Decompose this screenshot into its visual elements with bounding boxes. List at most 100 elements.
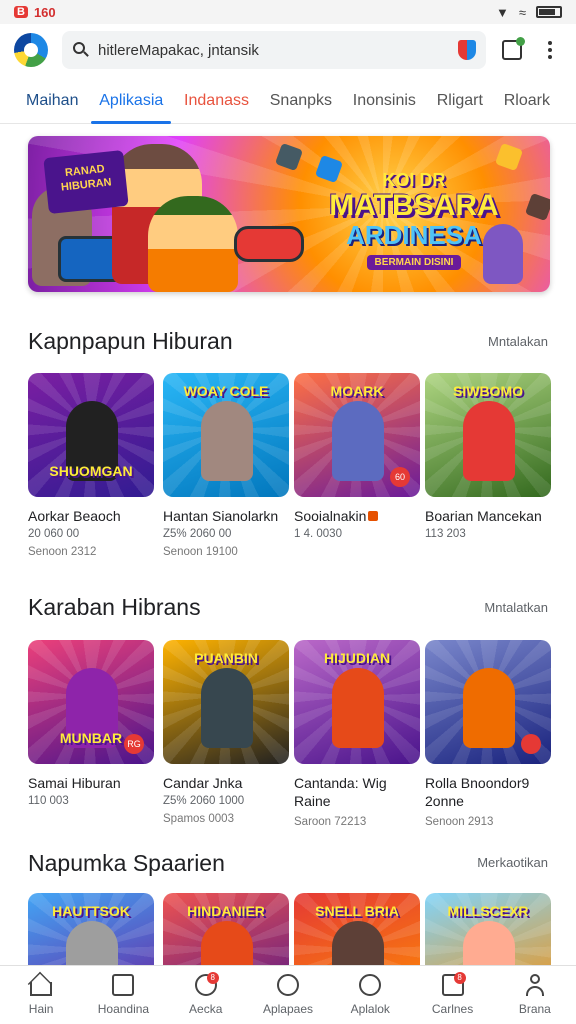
thumb-word: WOAY COLE — [183, 383, 269, 399]
section-title: Kapnpapun Hiburan — [28, 328, 233, 354]
more-vert-icon — [548, 41, 552, 59]
thumb-word: HAUTTSOK — [52, 903, 130, 919]
nav-item-cards[interactable]: 8 Carlnes — [417, 972, 489, 1016]
category-tabs: Maihan Aplikasia Indanass Snanpks Inonsi… — [0, 76, 576, 124]
nav-label: Carlnes — [431, 1002, 474, 1016]
nav-label: Aplalok — [350, 1002, 390, 1016]
app-meta: Senoon 2312 — [28, 546, 97, 558]
section-title: Karaban Hibrans — [28, 594, 201, 620]
search-bar[interactable] — [62, 31, 486, 69]
app-thumbnail: SHUOMGAN — [28, 373, 154, 497]
app-card[interactable]: MOARK 60 Sooialnakin 1 4. 0030 — [294, 373, 420, 540]
thumb-word: PUANBIN — [194, 650, 258, 666]
app-card[interactable]: PUANBIN Candar Jnka Z5% 2060 1000 Spamos… — [163, 640, 289, 825]
thumb-badge: RG — [124, 734, 144, 754]
thumb-word: HINDANIER — [187, 903, 265, 919]
app-card[interactable]: Rolla Bnoondor9 2onne Senoon 2913 — [425, 640, 551, 828]
tab-maihan[interactable]: Maihan — [26, 76, 78, 124]
tab-aplikasia[interactable]: Aplikasia — [91, 76, 172, 124]
person-icon — [524, 974, 546, 996]
tab-rligart[interactable]: Rligart — [437, 76, 483, 124]
app-card[interactable]: SHUOMGAN Aorkar Beaoch 20 060 00 Senoon … — [28, 373, 154, 558]
tab-indanass[interactable]: Indanass — [184, 76, 249, 124]
nav-item-calendar[interactable]: Hoandina — [87, 974, 159, 1016]
section-more-link[interactable]: Mntalatkan — [484, 600, 548, 615]
nav-label: Hain — [28, 1002, 54, 1016]
section-more-link[interactable]: Merkaotikan — [477, 855, 548, 870]
status-time: 160 — [33, 4, 56, 20]
app-thumbnail — [425, 640, 551, 764]
banner-controller-art — [234, 226, 304, 262]
app-title: Rolla Bnoondor9 2onne — [425, 775, 530, 809]
signal-icon: ▼ — [495, 4, 509, 20]
status-left: B 160 — [14, 5, 56, 20]
compass-icon — [276, 974, 299, 996]
app-card[interactable]: SIWBOMO Boarian Mancekan 113 203 — [425, 373, 551, 540]
section-more-link[interactable]: Mntalakan — [488, 334, 548, 349]
app-meta: Senoon 19100 — [163, 546, 238, 558]
app-thumbnail: WOAY COLE — [163, 373, 289, 497]
featured-banner[interactable]: RANAD HIBURAN KOI DR MATBSARA ARDINESA B… — [28, 136, 550, 292]
app-meta: 20 060 00 — [28, 528, 80, 540]
nav-badge: 8 — [206, 972, 219, 984]
section-title: Napumka Spaarien — [28, 850, 225, 876]
search-icon — [72, 41, 90, 59]
thumb-word: MILLSCEXR — [447, 903, 529, 919]
bottom-navigation: Hain Hoandina 8 Aecka Aplapaes Aplalok 8… — [0, 965, 576, 1024]
app-thumbnail: PUANBIN — [163, 640, 289, 764]
nav-item-home[interactable]: Hain — [5, 974, 77, 1016]
notification-badge: B — [14, 6, 28, 18]
thumb-word: HIJUDIAN — [323, 650, 391, 666]
calendar-icon — [502, 37, 525, 60]
nav-item-profile[interactable]: Brana — [499, 974, 571, 1016]
wifi-icon: ≈ — [518, 4, 526, 20]
app-title: Cantanda: Wig Raine — [294, 775, 387, 809]
calendar-icon — [112, 974, 135, 996]
app-title-text: Sooialnakin — [294, 508, 367, 524]
nav-label: Aplapaes — [262, 1002, 313, 1016]
app-meta: Spamos 0003 — [163, 813, 234, 825]
app-meta: Z5% 2060 1000 — [163, 795, 245, 807]
battery-icon — [536, 6, 562, 18]
banner-title-small: KOI DR — [382, 170, 446, 190]
app-card[interactable]: WOAY COLE Hantan Sianolarkn Z5% 2060 00 … — [163, 373, 289, 558]
app-meta: Saroon 72213 — [294, 816, 367, 828]
tab-snanpks[interactable]: Snanpks — [270, 76, 332, 124]
app-meta: 1 4. 0030 — [294, 528, 342, 540]
banner-subtitle: BERMAIN DISINI — [366, 255, 462, 270]
app-title: Samai Hiburan — [28, 775, 121, 791]
thumb-badge — [521, 734, 541, 754]
thumb-word: SNELL BRIA — [315, 903, 399, 919]
app-thumbnail: MOARK 60 — [294, 373, 420, 497]
nav-item-explore[interactable]: Aplalok — [334, 974, 406, 1016]
app-title: Candar Jnka — [163, 775, 243, 791]
thumb-badge: 60 — [390, 467, 410, 487]
app-meta: Senoon 2913 — [425, 816, 494, 828]
list-icon: 8 — [441, 972, 466, 996]
home-icon — [30, 982, 53, 996]
shield-icon[interactable] — [458, 40, 476, 60]
app-title: Sooialnakin — [294, 507, 420, 525]
tab-inonsinis[interactable]: Inonsinis — [353, 76, 416, 124]
app-meta: 113 203 — [425, 528, 466, 540]
nav-badge: 8 — [453, 972, 466, 984]
tab-rloark[interactable]: Rloark — [504, 76, 550, 124]
status-icons: ▼ ≈ — [496, 5, 562, 20]
app-thumbnail: HIJUDIAN — [294, 640, 420, 764]
more-options-button[interactable] — [538, 38, 562, 62]
banner-second-character — [148, 196, 238, 292]
app-meta: 110 003 — [28, 795, 69, 807]
nav-item-activity[interactable]: 8 Aecka — [170, 972, 242, 1016]
calendar-notification-button[interactable] — [500, 37, 525, 62]
app-logo[interactable] — [14, 33, 48, 67]
app-card[interactable]: HIJUDIAN Cantanda: Wig Raine Saroon 7221… — [294, 640, 420, 828]
gauge-icon — [359, 974, 382, 996]
thumb-word: SIWBOMO — [453, 383, 523, 399]
nav-label: Hoandina — [97, 1002, 150, 1016]
search-input[interactable] — [98, 41, 450, 59]
app-title: Hantan Sianolarkn — [163, 508, 279, 524]
app-card[interactable]: MUNBAR RG Samai Hiburan 110 003 — [28, 640, 154, 807]
nav-item-apps[interactable]: Aplapaes — [252, 974, 324, 1016]
app-meta: Z5% 2060 00 — [163, 528, 232, 540]
top-bar — [0, 24, 576, 76]
